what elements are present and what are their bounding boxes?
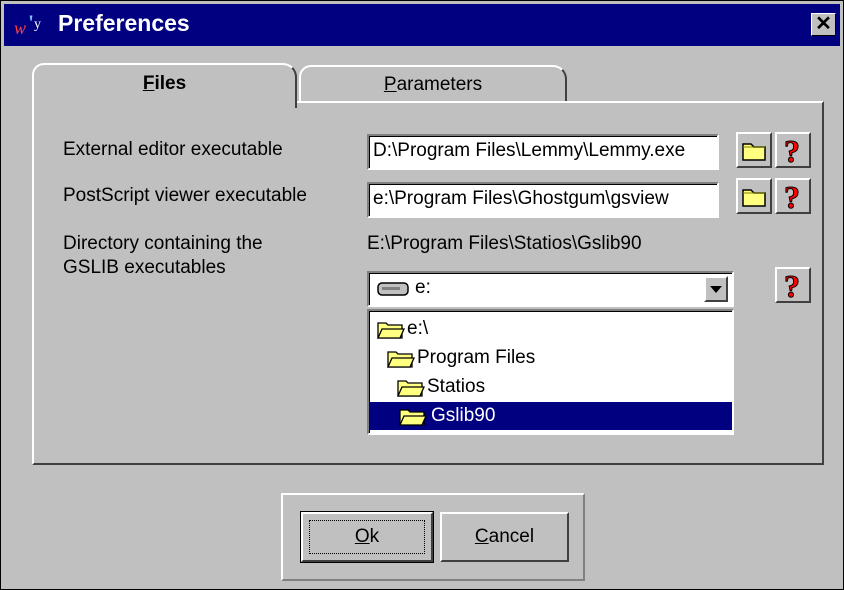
tab-files[interactable]: Files — [32, 63, 297, 108]
svg-text:w: w — [14, 18, 26, 38]
close-button[interactable]: ✕ — [811, 13, 836, 36]
preferences-window: w ' y Preferences ✕ Files Parameters Ext… — [0, 0, 844, 590]
tab-parameters[interactable]: Parameters — [299, 65, 567, 103]
tab-files-mnemonic: F — [142, 73, 155, 94]
cancel-label: ancel — [488, 526, 535, 547]
tab-files-label: iles — [154, 73, 187, 94]
window-title: Preferences — [58, 10, 190, 36]
tab-parameters-label: arameters — [396, 74, 483, 95]
close-icon: ✕ — [815, 13, 832, 35]
ok-button[interactable]: Ok — [301, 512, 433, 562]
tab-parameters-mnemonic: P — [383, 74, 397, 95]
cancel-mnemonic: C — [474, 526, 489, 547]
files-tab-panel — [32, 101, 824, 465]
svg-text:y: y — [34, 17, 41, 32]
app-icon: w ' y — [14, 12, 41, 38]
focus-rectangle — [309, 520, 425, 554]
cancel-button[interactable]: Cancel — [440, 512, 569, 562]
title-bar[interactable]: w ' y Preferences ✕ — [4, 4, 840, 46]
